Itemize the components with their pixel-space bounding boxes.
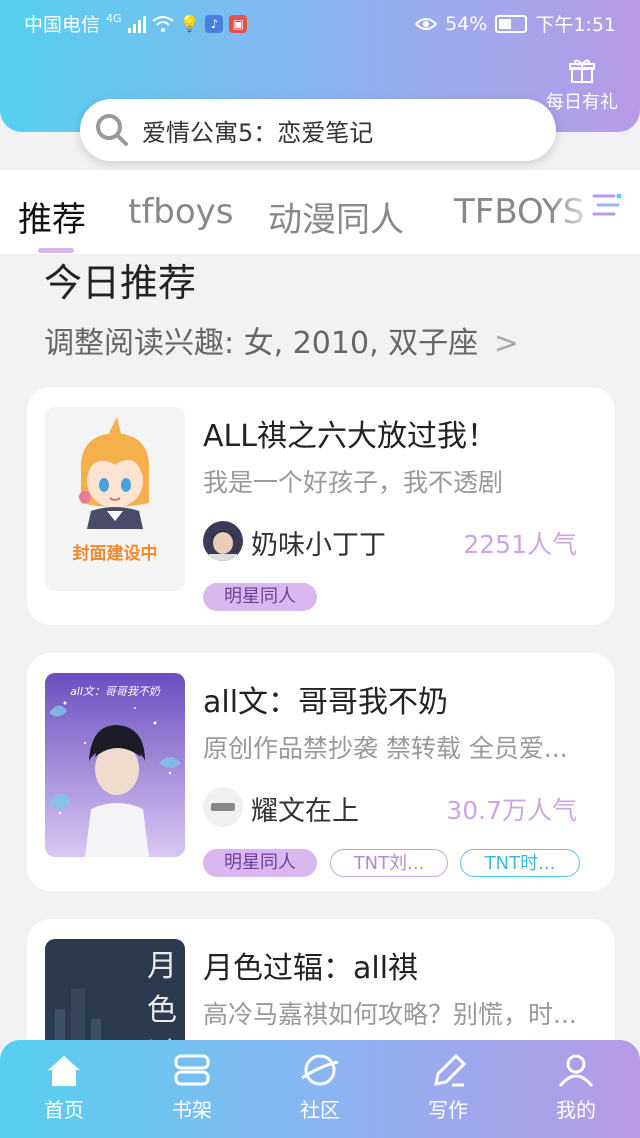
planet-icon <box>301 1054 339 1086</box>
book-description: 我是一个好孩子，我不透剧 <box>203 468 504 497</box>
status-bar: 中国电信 4G 💡 ♪ ▣ 54% 下午1:51 <box>0 0 640 44</box>
nav-community-label: 社区 <box>300 1098 340 1122</box>
nav-bookshelf[interactable]: 书架 <box>142 1052 242 1123</box>
nav-home-label: 首页 <box>44 1098 84 1122</box>
nav-write[interactable]: 写作 <box>398 1052 498 1123</box>
book-cover: 封面建设中 <box>45 407 185 591</box>
tag-tnt-shi[interactable]: TNT时... <box>460 849 580 877</box>
book-cover: all文：哥哥我不奶 <box>45 673 185 857</box>
cover-placeholder-text: 封面建设中 <box>72 544 158 564</box>
book-description: 高冷马嘉祺如何攻略？别慌，时... <box>203 1000 577 1029</box>
category-tabs: 推荐 tfboys 动漫同人 TFBOYS <box>0 170 640 254</box>
nav-profile[interactable]: 我的 <box>526 1052 626 1123</box>
author-avatar <box>203 521 243 561</box>
eye-icon <box>415 17 438 30</box>
home-icon <box>48 1056 80 1086</box>
gift-label: 每日有礼 <box>546 92 618 113</box>
book-title: ALL祺之六大放过我！ <box>203 419 497 454</box>
book-card[interactable]: 封面建设中 ALL祺之六大放过我！ 我是一个好孩子，我不透剧 奶味小丁丁 225… <box>27 387 615 625</box>
signal-icon <box>127 15 146 33</box>
author-name: 奶味小丁丁 <box>251 530 386 561</box>
tag-celebrity-fanfic[interactable]: 明星同人 <box>203 849 317 877</box>
wifi-icon <box>151 15 174 32</box>
reading-interest-link[interactable]: 调整阅读兴趣: 女, 2010, 双子座 > <box>44 318 519 362</box>
tab-anime-fanfic[interactable]: 动漫同人 <box>268 192 404 241</box>
clock: 下午1:51 <box>535 14 616 36</box>
gift-icon <box>569 59 595 83</box>
user-icon <box>558 1054 594 1087</box>
nav-profile-label: 我的 <box>556 1098 596 1122</box>
carrier-label: 中国电信 <box>24 14 101 36</box>
popularity-count: 2251人气 <box>463 530 577 559</box>
book-title: 月色过辐：all祺 <box>203 951 419 986</box>
book-card[interactable]: all文：哥哥我不奶 all文：哥哥我不奶 原创作品禁抄袭 禁转载 全员爱...… <box>27 653 615 891</box>
pen-icon <box>434 1053 467 1087</box>
book-description: 原创作品禁抄袭 禁转载 全员爱... <box>203 734 568 763</box>
author-avatar <box>203 787 243 827</box>
reading-interest-label: 调整阅读兴趣: 女, 2010, 双子座 <box>44 326 479 361</box>
search-bar[interactable]: 爱情公寓5：恋爱笔记 <box>80 99 556 161</box>
popularity-count: 30.7万人气 <box>446 796 577 825</box>
nav-community[interactable]: 社区 <box>270 1052 370 1123</box>
search-placeholder: 爱情公寓5：恋爱笔记 <box>142 118 374 147</box>
nav-write-label: 写作 <box>428 1098 468 1122</box>
section-title: 今日推荐 <box>44 261 197 305</box>
music-app-icon: ♪ <box>205 14 224 33</box>
bulb-icon: 💡 <box>179 14 200 33</box>
nav-bookshelf-label: 书架 <box>172 1098 212 1122</box>
author-name: 耀文在上 <box>251 796 359 827</box>
tag-tnt-liu[interactable]: TNT刘... <box>330 849 448 877</box>
tab-tfboys[interactable]: tfboys <box>128 192 234 232</box>
cover-title-text: all文：哥哥我不奶 <box>70 685 160 698</box>
tab-menu-icon[interactable] <box>592 192 622 218</box>
book-title: all文：哥哥我不奶 <box>203 685 449 720</box>
chevron-right-icon: > <box>493 326 519 361</box>
network-label: 4G <box>106 12 122 25</box>
bottom-nav: 首页 书架 社区 写作 我的 <box>0 1040 640 1138</box>
nav-home[interactable]: 首页 <box>14 1052 114 1123</box>
tab-recommend[interactable]: 推荐 <box>18 192 86 241</box>
bookshelf-icon <box>174 1054 210 1086</box>
battery-icon <box>495 14 528 33</box>
daily-gift-button[interactable]: 每日有礼 <box>542 58 622 114</box>
reader-app-icon: ▣ <box>229 14 248 33</box>
battery-label: 54% <box>445 12 488 35</box>
search-icon <box>96 114 128 146</box>
tag-celebrity-fanfic[interactable]: 明星同人 <box>203 583 317 611</box>
